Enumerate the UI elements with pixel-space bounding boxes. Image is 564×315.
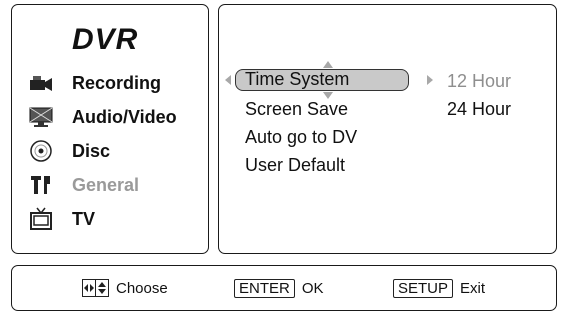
navigation-keys-icon bbox=[82, 279, 109, 297]
up-down-arrows-icon bbox=[95, 280, 108, 296]
sidebar-item-audio-video[interactable]: Audio/Video bbox=[28, 102, 177, 132]
menu-item-screen-save[interactable]: Screen Save bbox=[245, 99, 348, 119]
scroll-up-arrow-icon bbox=[323, 61, 333, 68]
key-hint-bar: Choose ENTER OK SETUP Exit bbox=[11, 265, 557, 311]
disc-icon bbox=[28, 138, 54, 164]
choose-hint: Choose bbox=[82, 277, 168, 299]
option-12-hour[interactable]: 12 Hour bbox=[447, 71, 511, 91]
setup-hint: SETUP Exit bbox=[393, 277, 485, 299]
left-right-arrows-icon bbox=[83, 280, 95, 296]
scroll-down-arrow-icon bbox=[323, 92, 333, 99]
menu-item-auto-go-to-dv[interactable]: Auto go to DV bbox=[245, 127, 357, 147]
sidebar-item-recording[interactable]: Recording bbox=[28, 68, 161, 98]
sidebar-item-label: Recording bbox=[72, 72, 162, 93]
value-right-arrow-icon bbox=[427, 75, 433, 85]
app-title: DVR bbox=[72, 23, 139, 56]
setup-label: Exit bbox=[460, 279, 486, 297]
enter-key[interactable]: ENTER bbox=[234, 278, 295, 298]
settings-panel: Time System Screen Save Auto go to DV Us… bbox=[218, 4, 557, 254]
sidebar-item-label: Audio/Video bbox=[72, 106, 177, 127]
sidebar-item-label: Disc bbox=[72, 140, 111, 161]
sidebar-item-tv[interactable]: TV bbox=[28, 204, 95, 234]
option-24-hour[interactable]: 24 Hour bbox=[447, 99, 511, 119]
choose-label: Choose bbox=[116, 279, 168, 297]
camcorder-icon bbox=[28, 70, 54, 96]
tools-icon bbox=[28, 172, 54, 198]
tv-icon bbox=[28, 206, 54, 232]
sidebar-item-disc[interactable]: Disc bbox=[28, 136, 110, 166]
sidebar-item-label: TV bbox=[72, 208, 96, 229]
enter-hint: ENTER OK bbox=[234, 277, 324, 299]
menu-item-time-system[interactable]: Time System bbox=[235, 69, 409, 91]
setup-key[interactable]: SETUP bbox=[393, 278, 454, 298]
monitor-icon bbox=[28, 104, 54, 130]
enter-label: OK bbox=[301, 279, 324, 297]
sidebar-item-general[interactable]: General bbox=[28, 170, 139, 200]
sidebar-item-label: General bbox=[72, 174, 140, 195]
menu-item-user-default[interactable]: User Default bbox=[245, 155, 345, 175]
category-panel: DVR Recording Audio/Video Disc General T… bbox=[11, 4, 209, 254]
value-left-arrow-icon bbox=[225, 75, 231, 85]
